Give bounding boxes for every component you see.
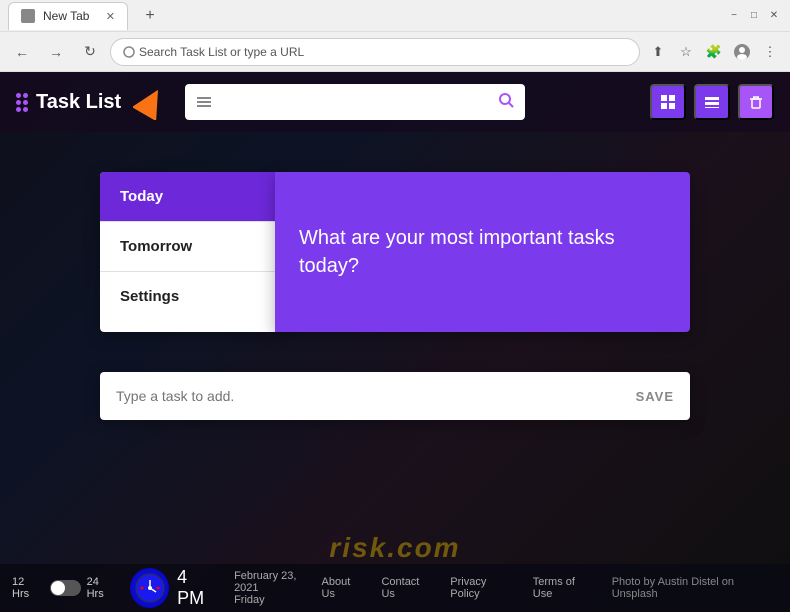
tab-label: New Tab [43, 9, 89, 23]
minimize-button[interactable]: − [726, 8, 742, 24]
nav-bar: ← → ↻ Search Task List or type a URL ⬆ ☆… [0, 32, 790, 72]
date-display: February 23, 2021 [226, 570, 321, 594]
bookmark-icon[interactable]: ☆ [674, 40, 698, 64]
toggle-knob [51, 581, 65, 595]
nav-icons: ⬆ ☆ 🧩 ⋮ [646, 40, 782, 64]
grid-view-button[interactable] [650, 84, 686, 120]
main-content: Today Tomorrow Settings What are your mo… [0, 132, 790, 372]
sidebar-item-settings[interactable]: Settings [100, 272, 275, 321]
search-bar[interactable] [185, 84, 525, 120]
profile-icon[interactable] [730, 40, 754, 64]
refresh-button[interactable]: ↻ [76, 38, 104, 66]
browser-tab[interactable]: New Tab ✕ [8, 2, 128, 30]
today-label: Today [120, 188, 163, 205]
maximize-button[interactable]: □ [746, 8, 762, 24]
layout-button[interactable] [694, 84, 730, 120]
24hr-label: 24 Hrs [87, 576, 119, 600]
address-bar[interactable]: Search Task List or type a URL [110, 38, 640, 66]
back-button[interactable]: ← [8, 38, 36, 66]
address-text: Search Task List or type a URL [139, 45, 627, 59]
close-button[interactable]: ✕ [766, 8, 782, 24]
logo-dot [23, 100, 28, 105]
bottom-links: About Us Contact Us Privacy Policy Terms… [322, 576, 790, 600]
logo-dot [16, 93, 21, 98]
share-icon[interactable]: ⬆ [646, 40, 670, 64]
time-display: 4 PM [169, 567, 218, 609]
title-bar: New Tab ✕ + − □ ✕ [0, 0, 790, 32]
about-link[interactable]: About Us [322, 576, 366, 600]
logo-icon [16, 93, 28, 112]
list-view-icon [195, 93, 213, 111]
forward-button[interactable]: → [42, 38, 70, 66]
clock-badge [130, 568, 169, 608]
arrow-indicator-icon [133, 84, 169, 120]
tab-close-button[interactable]: ✕ [106, 10, 115, 23]
app-content: Task List [0, 72, 790, 612]
task-panel: What are your most important tasks today… [275, 172, 690, 332]
terms-link[interactable]: Terms of Use [533, 576, 596, 600]
save-button[interactable]: SAVE [636, 389, 674, 404]
sidebar-item-today[interactable]: Today [100, 172, 275, 222]
photo-credit: Photo by Austin Distel on Unsplash [612, 576, 778, 600]
tab-favicon-icon [21, 9, 35, 23]
app-logo: Task List [16, 84, 169, 120]
tomorrow-label: Tomorrow [120, 238, 192, 255]
logo-dot [23, 107, 28, 112]
menu-icon[interactable]: ⋮ [758, 40, 782, 64]
browser-frame: New Tab ✕ + − □ ✕ ← → ↻ Search Task List… [0, 0, 790, 612]
search-button[interactable] [497, 91, 515, 114]
bottom-bar: 12 Hrs 24 Hrs 4 PM February 23, 2021 [0, 564, 790, 612]
settings-label: Settings [120, 288, 179, 305]
lock-icon [123, 46, 135, 58]
contact-link[interactable]: Contact Us [381, 576, 434, 600]
header-actions [650, 84, 774, 120]
app-title: Task List [36, 91, 121, 114]
clock-icon [134, 572, 166, 604]
sidebar-menu: Today Tomorrow Settings [100, 172, 275, 332]
search-input[interactable] [221, 95, 489, 110]
logo-dot [16, 107, 21, 112]
app-header: Task List [0, 72, 790, 132]
extensions-icon[interactable]: 🧩 [702, 40, 726, 64]
time-toggle: 12 Hrs 24 Hrs [0, 576, 130, 600]
task-prompt: What are your most important tasks today… [299, 224, 666, 280]
new-tab-button[interactable]: + [136, 2, 164, 30]
delete-button[interactable] [738, 84, 774, 120]
12hr-label: 12 Hrs [12, 576, 44, 600]
window-controls: − □ ✕ [726, 8, 782, 24]
privacy-link[interactable]: Privacy Policy [450, 576, 516, 600]
task-input[interactable] [116, 388, 636, 404]
day-display: Friday [226, 594, 321, 606]
logo-dot [23, 93, 28, 98]
add-task-bar: SAVE [100, 372, 690, 420]
time-format-toggle[interactable] [50, 580, 81, 596]
sidebar-item-tomorrow[interactable]: Tomorrow [100, 222, 275, 272]
logo-dot [16, 100, 21, 105]
